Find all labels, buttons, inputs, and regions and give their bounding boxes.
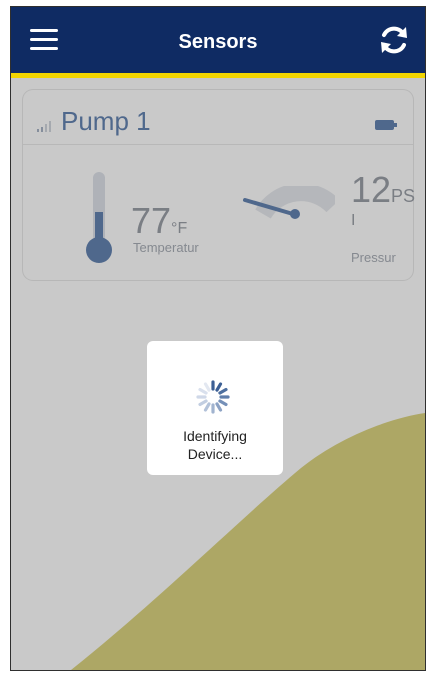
top-app-bar: Sensors <box>11 7 425 73</box>
loading-spinner-icon <box>196 380 230 414</box>
page-title: Sensors <box>178 31 258 53</box>
loading-message-line2: Device... <box>187 446 243 462</box>
app-screen: Sensors Pump 1 77°F Temperatur 12PS I Pr… <box>10 6 426 671</box>
loading-message: Identifying Device... <box>147 427 283 463</box>
refresh-icon[interactable] <box>377 23 411 57</box>
loading-message-line1: Identifying <box>183 428 247 444</box>
loading-dialog: Identifying Device... <box>147 341 283 475</box>
